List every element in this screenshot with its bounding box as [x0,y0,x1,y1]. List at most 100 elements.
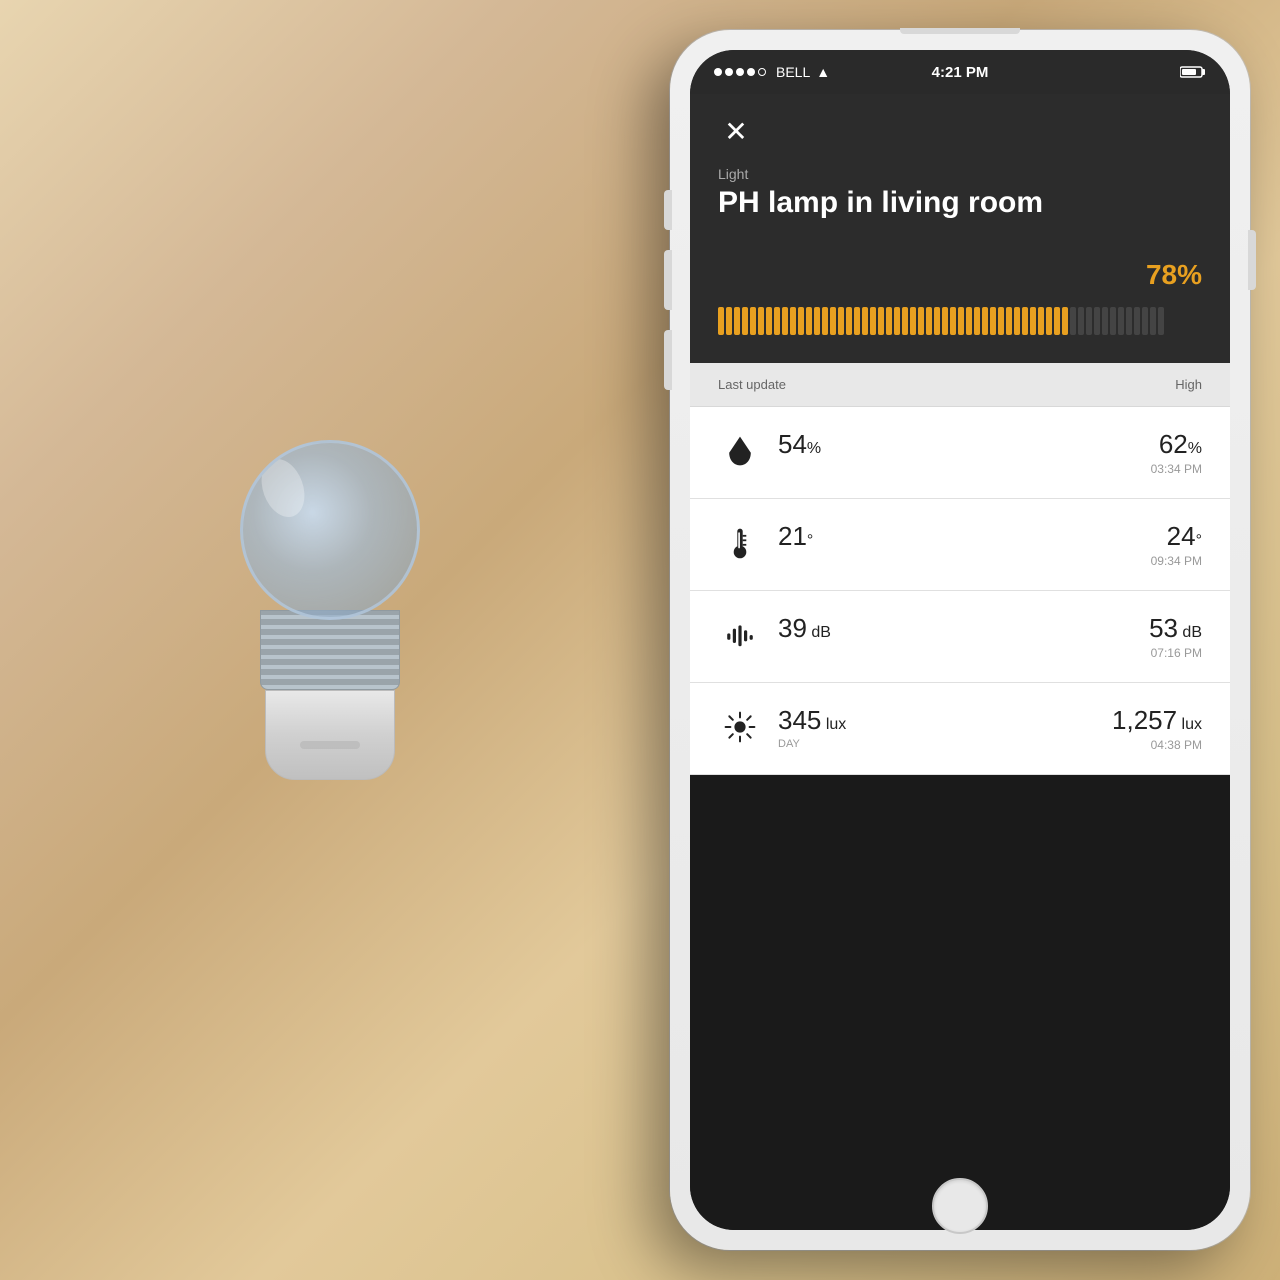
brightness-segment-41 [1046,307,1052,335]
brightness-segment-21 [886,307,892,335]
signal-dot-5 [758,68,766,76]
brightness-segment-49 [1110,307,1116,335]
brightness-segment-45 [1078,307,1084,335]
brightness-segment-42 [1054,307,1060,335]
light-value: 345 lux [778,705,1092,736]
temperature-high: 24° 09:34 PM [1092,521,1202,568]
brightness-segment-11 [806,307,812,335]
brightness-segment-5 [758,307,764,335]
brightness-segment-25 [918,307,924,335]
humidity-current: 54% [762,429,1092,460]
top-bezel [900,28,1020,34]
brightness-percent: 78% [718,259,1202,291]
brightness-segment-37 [1014,307,1020,335]
brightness-segment-19 [870,307,876,335]
close-button[interactable]: ✕ [718,114,754,150]
stats-header: Last update High [690,363,1230,407]
noise-icon [724,617,756,653]
noise-high-time: 07:16 PM [1092,646,1202,660]
brightness-bar[interactable] [718,303,1202,339]
humidity-row: 54% 62% 03:34 PM [690,407,1230,499]
brightness-segment-20 [878,307,884,335]
carrier-area: BELL ▲ [714,64,830,80]
temperature-row: 21° 24° 09:34 PM [690,499,1230,591]
humidity-high-value: 62% [1092,429,1202,460]
brightness-segment-8 [782,307,788,335]
device-category: Light [718,166,1202,182]
humidity-high-time: 03:34 PM [1092,462,1202,476]
light-high-value: 1,257 lux [1092,705,1202,736]
signal-dot-4 [747,68,755,76]
bulb-threads [260,610,400,690]
brightness-segment-12 [814,307,820,335]
noise-high-value: 53 dB [1092,613,1202,644]
temperature-high-time: 09:34 PM [1092,554,1202,568]
brightness-segment-4 [750,307,756,335]
brightness-segment-13 [822,307,828,335]
temperature-icon [724,525,756,561]
phone-device: BELL ▲ 4:21 PM ✕ [670,30,1250,1250]
signal-dot-3 [736,68,744,76]
signal-strength [714,68,766,76]
brightness-segment-46 [1086,307,1092,335]
brightness-segment-24 [910,307,916,335]
wifi-icon: ▲ [816,64,830,80]
brightness-segment-0 [718,307,724,335]
brightness-segment-10 [798,307,804,335]
light-high-time: 04:38 PM [1092,738,1202,752]
brightness-segment-2 [734,307,740,335]
sun-icon [724,709,756,745]
brightness-segment-30 [958,307,964,335]
brightness-segment-14 [830,307,836,335]
brightness-segment-50 [1118,307,1124,335]
light-icon-area [718,709,762,745]
brightness-segment-26 [926,307,932,335]
bulb-glass [240,440,420,620]
noise-row: 39 dB 53 dB 07:16 PM [690,591,1230,683]
brightness-segment-27 [934,307,940,335]
close-icon: ✕ [724,118,747,146]
battery-area [1180,65,1206,79]
brightness-segment-51 [1126,307,1132,335]
noise-icon-area [718,617,762,653]
product-photo [0,0,660,1280]
temperature-high-value: 24° [1092,521,1202,552]
brightness-segment-29 [950,307,956,335]
noise-current: 39 dB [762,613,1092,644]
brightness-segment-9 [790,307,796,335]
brightness-segment-44 [1070,307,1076,335]
brightness-segment-1 [726,307,732,335]
light-row: 345 lux DAY 1,257 lux 04:38 PM [690,683,1230,775]
brightness-segment-18 [862,307,868,335]
brightness-segment-54 [1150,307,1156,335]
brightness-segment-52 [1134,307,1140,335]
brightness-segment-32 [974,307,980,335]
brightness-segment-39 [1030,307,1036,335]
brightness-segment-6 [766,307,772,335]
brightness-segment-38 [1022,307,1028,335]
time-display: 4:21 PM [932,64,989,81]
humidity-icon-area [718,433,762,469]
brightness-segment-53 [1142,307,1148,335]
temperature-icon-area [718,525,762,561]
light-day-label: DAY [778,738,1092,750]
brightness-segment-35 [998,307,1004,335]
brightness-segment-33 [982,307,988,335]
temperature-current: 21° [762,521,1092,552]
brightness-section[interactable]: 78% [690,243,1230,363]
volume-down-button [664,330,672,390]
humidity-high: 62% 03:34 PM [1092,429,1202,476]
light-high: 1,257 lux 04:38 PM [1092,705,1202,752]
brightness-segment-15 [838,307,844,335]
power-button [1248,230,1256,290]
signal-dot-1 [714,68,722,76]
light-current: 345 lux DAY [762,705,1092,750]
stats-section: Last update High 54% [690,363,1230,775]
brightness-segment-3 [742,307,748,335]
bulb-indicator [300,741,360,749]
home-button[interactable] [932,1178,988,1234]
silent-switch [664,190,672,230]
carrier-name: BELL [776,64,810,80]
brightness-segment-43 [1062,307,1068,335]
brightness-segment-47 [1094,307,1100,335]
